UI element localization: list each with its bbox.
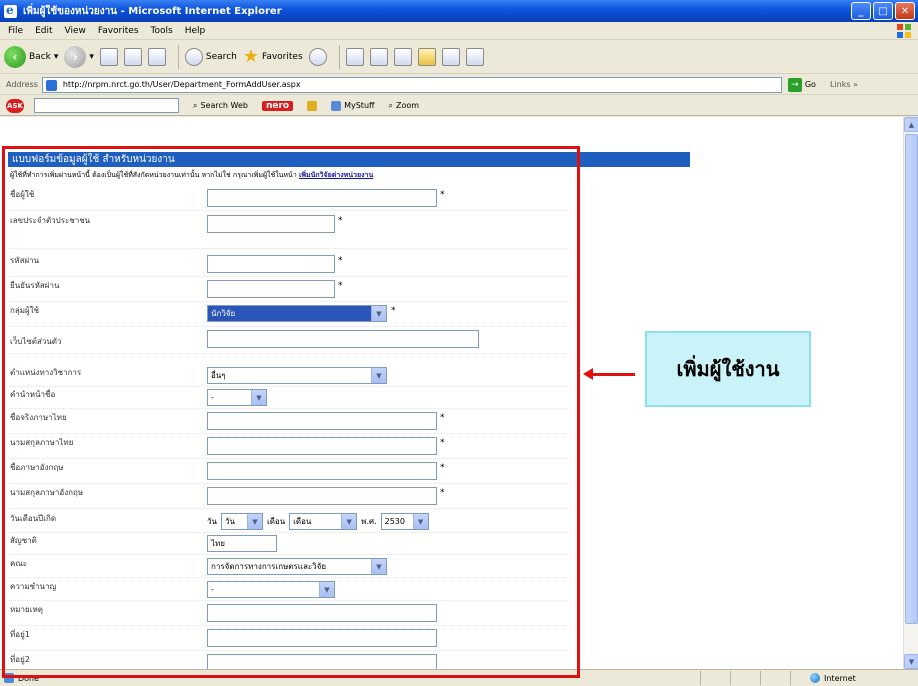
search-button[interactable]: Search	[184, 47, 237, 66]
security-zone: Internet	[810, 673, 856, 683]
edit-icon[interactable]	[393, 47, 412, 66]
highlight-box	[2, 146, 580, 678]
callout-label: เพิ่มผู้ใช้งาน	[645, 331, 811, 407]
zoom-icon: ⌕	[388, 100, 394, 110]
toolbar-divider	[338, 44, 340, 69]
ie-window: เพิ่มผู้ใช้ของหน่วยงาน - Microsoft Inter…	[0, 0, 918, 686]
close-button[interactable]: ✕	[895, 2, 915, 20]
address-label: Address	[6, 80, 38, 89]
highlight-icon	[307, 100, 318, 111]
nero-button[interactable]: nero	[261, 100, 294, 111]
windows-flag-icon	[897, 24, 911, 38]
search-web-label: Search Web	[200, 101, 248, 110]
folder-icon[interactable]	[417, 47, 436, 66]
window-title: เพิ่มผู้ใช้ของหน่วยงาน - Microsoft Inter…	[23, 5, 282, 17]
refresh-icon[interactable]	[123, 47, 142, 66]
zone-label: Internet	[824, 673, 856, 683]
menu-view[interactable]: View	[65, 26, 86, 36]
ie-logo-icon	[4, 3, 17, 18]
forward-arrow-icon: ›	[64, 45, 87, 68]
zoom-button[interactable]: ⌕ Zoom	[389, 101, 420, 111]
mystuff-button[interactable]: MyStuff	[331, 100, 375, 111]
menu-edit[interactable]: Edit	[35, 26, 52, 36]
forward-button[interactable]: › ▾	[64, 45, 94, 68]
scroll-thumb[interactable]	[905, 134, 918, 624]
standard-toolbar: ‹ Back ▾ › ▾ Search ★ Favorites	[0, 40, 918, 74]
forward-dropdown-icon[interactable]: ▾	[89, 52, 94, 62]
scroll-down-icon[interactable]: ▼	[904, 654, 918, 669]
highlight-button[interactable]	[307, 100, 318, 111]
back-dropdown-icon[interactable]: ▾	[54, 52, 59, 62]
maximize-button[interactable]: □	[873, 2, 893, 20]
favorites-button[interactable]: ★ Favorites	[243, 46, 303, 67]
search-label: Search	[205, 51, 237, 62]
status-divider	[760, 671, 761, 685]
search-web-icon: ⌕	[193, 100, 198, 110]
arrow-line	[591, 373, 635, 376]
back-arrow-icon: ‹	[4, 45, 26, 68]
status-divider	[730, 671, 731, 685]
mail-icon[interactable]	[345, 47, 364, 66]
zoom-label: Zoom	[396, 101, 420, 110]
go-arrow-icon: →	[787, 77, 802, 92]
search-web-button[interactable]: ⌕ Search Web	[193, 101, 248, 111]
menu-help[interactable]: Help	[185, 26, 206, 36]
scroll-up-icon[interactable]: ▲	[904, 117, 918, 132]
menu-favorites[interactable]: Favorites	[98, 26, 139, 36]
status-divider	[790, 671, 791, 685]
research-icon[interactable]	[441, 47, 460, 66]
mystuff-icon	[331, 100, 342, 111]
minimize-button[interactable]: _	[851, 2, 871, 20]
back-button[interactable]: ‹ Back ▾	[4, 45, 59, 68]
messenger-icon[interactable]	[465, 47, 484, 66]
home-icon[interactable]	[147, 47, 166, 66]
print-icon[interactable]	[369, 47, 388, 66]
menu-file[interactable]: File	[8, 26, 23, 36]
status-divider	[700, 671, 701, 685]
address-bar: Address http://nrpm.nrct.go.th/User/Depa…	[0, 75, 918, 95]
ask-logo-icon[interactable]: ASK	[6, 98, 24, 113]
toolbar-search-input[interactable]	[34, 98, 179, 113]
links-button[interactable]: Links »	[830, 80, 858, 89]
search-toolbar: ASK ⌕ Search Web nero MyStuff ⌕ Zoom	[0, 96, 918, 116]
nero-logo: nero	[261, 100, 294, 111]
menu-bar: File Edit View Favorites Tools Help	[0, 22, 918, 40]
stop-icon[interactable]	[99, 47, 118, 66]
history-icon[interactable]	[308, 47, 327, 66]
menu-tools[interactable]: Tools	[151, 26, 173, 36]
back-label: Back	[29, 51, 51, 62]
toolbar-divider	[177, 44, 179, 69]
mystuff-label: MyStuff	[344, 101, 375, 110]
address-input[interactable]: http://nrpm.nrct.go.th/User/Department_F…	[41, 76, 782, 93]
title-bar: เพิ่มผู้ใช้ของหน่วยงาน - Microsoft Inter…	[0, 0, 918, 22]
search-icon	[184, 47, 203, 66]
go-button[interactable]: → Go	[787, 77, 816, 92]
globe-icon	[810, 673, 820, 683]
favorites-label: Favorites	[261, 51, 303, 62]
star-icon: ★	[242, 46, 259, 67]
vertical-scrollbar[interactable]: ▲ ▼	[903, 117, 918, 669]
go-label: Go	[804, 80, 816, 89]
